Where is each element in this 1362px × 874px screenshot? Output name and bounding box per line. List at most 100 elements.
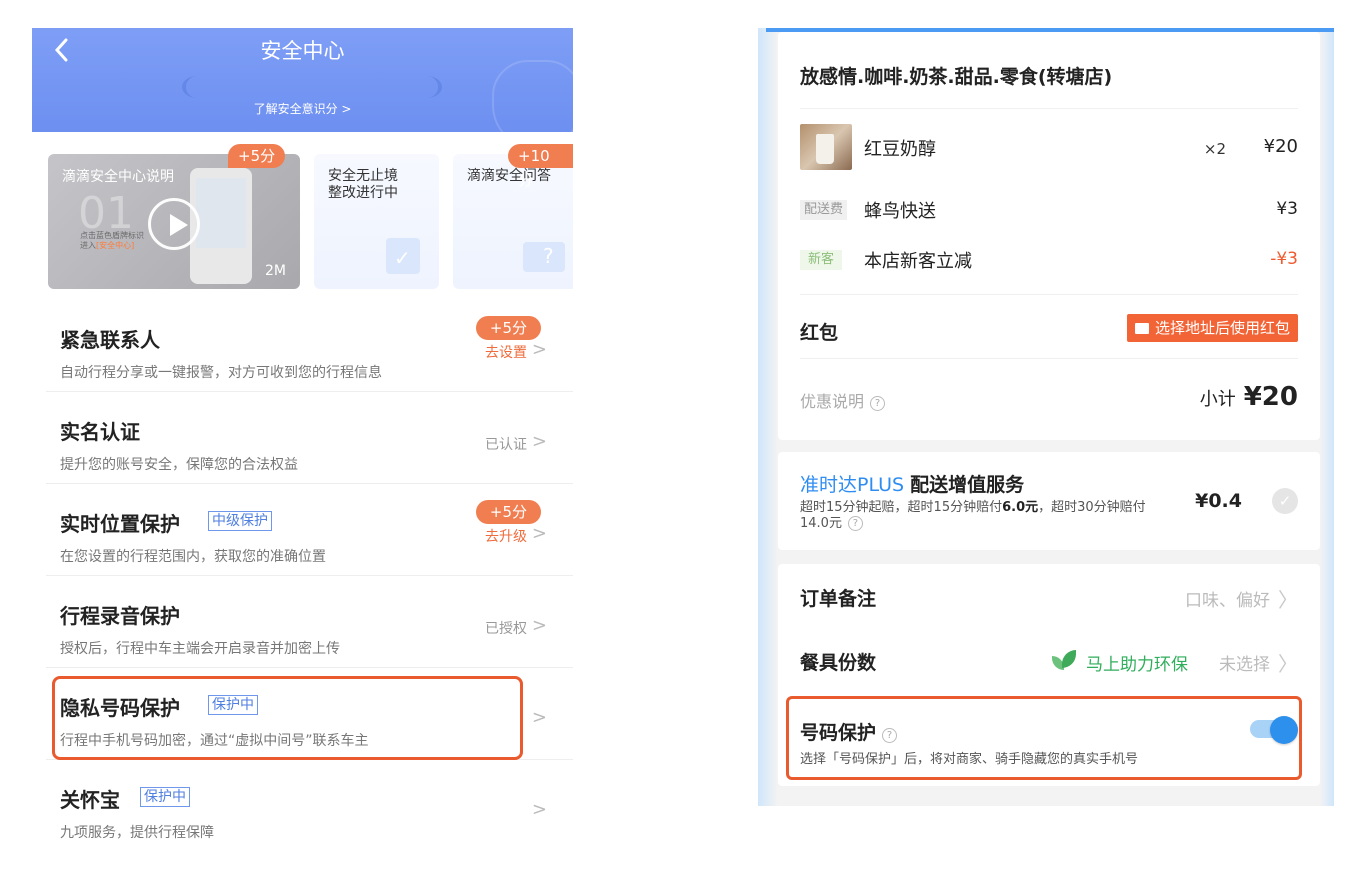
help-icon: ? <box>870 396 886 411</box>
list-item-care[interactable]: 关怀宝 保护中 九项服务，提供行程保障 > <box>32 760 573 852</box>
header: 安全中心 了解安全意识分 > <box>32 28 573 132</box>
item-status: 去设置 <box>485 345 527 361</box>
item-title: 紧急联系人 <box>60 328 160 352</box>
item-desc: 提升您的账号安全，保障您的合法权益 <box>60 457 298 473</box>
video-caption-highlight: [安全中心] <box>96 241 135 250</box>
leaf-icon <box>1052 650 1078 670</box>
item-desc: 在您设置的行程范围内，获取您的准确位置 <box>60 549 326 565</box>
item-title: 关怀宝 <box>60 788 120 812</box>
status-badge: 保护中 <box>140 787 190 807</box>
help-icon[interactable]: ? <box>847 516 863 531</box>
subtotal-label: 小计 <box>1199 389 1236 410</box>
video-duration: 2M <box>265 263 286 279</box>
decoration <box>1320 28 1334 806</box>
envelope-icon <box>1134 323 1149 334</box>
item-status: 已认证 <box>485 437 527 453</box>
remark-hint[interactable]: 口味、偏好 <box>1185 586 1270 611</box>
promo-note[interactable]: 优惠说明? <box>800 388 886 412</box>
discount-price: -¥3 <box>1270 249 1298 269</box>
status-badge: 中级保护 <box>208 511 272 531</box>
service-desc: 超时15分钟起赔，超时15分钟赔付6.0元，超时30分钟赔付 14.0元? <box>800 500 1220 532</box>
video-card[interactable]: 滴滴安全中心说明 01 点击蓝色盾牌标识 进入[安全中心] 2M <box>48 154 300 289</box>
service-title: 准时达PLUS 配送增值服务 <box>800 470 1024 497</box>
item-desc: 九项服务，提供行程保障 <box>60 825 214 841</box>
subtotal-value: ¥20 <box>1243 382 1298 412</box>
list-item-trip-recording[interactable]: 行程录音保护 授权后，行程中车主端会开启录音并加密上传 已授权 > <box>32 576 573 668</box>
chevron-right-icon: > <box>531 707 547 728</box>
item-status: 去升级 <box>485 529 527 545</box>
list-item-real-name[interactable]: 实名认证 提升您的账号安全，保障您的合法权益 已认证 > <box>32 392 573 484</box>
order-confirm-screen: 放感情.咖啡.奶茶.甜品.零食(转塘店) 红豆奶醇 ×2 ¥20 配送费 蜂鸟快… <box>758 28 1334 806</box>
chevron-right-icon: > <box>531 615 547 636</box>
divider <box>800 358 1298 359</box>
service-desc-b: ，超时30分钟赔付 <box>1038 500 1146 515</box>
list-item-emergency-contact[interactable]: 紧急联系人 自动行程分享或一键报警，对方可收到您的行程信息 +5分 去设置 > <box>32 300 573 392</box>
delivery-fee-tag: 配送费 <box>800 200 848 220</box>
divider <box>800 294 1298 295</box>
subtotal: 小计 ¥20 <box>1200 382 1298 412</box>
red-packet-button-label: 选择地址后使用红包 <box>1154 319 1290 337</box>
question-chat-icon <box>523 242 565 272</box>
safety-center-screen: 安全中心 了解安全意识分 > 滴滴安全中心说明 01 点击蓝色盾牌标识 进入[安… <box>32 28 573 858</box>
red-packet-button[interactable]: 选择地址后使用红包 <box>1126 314 1298 342</box>
shop-name[interactable]: 放感情.咖啡.奶茶.甜品.零食(转塘店) <box>800 62 1112 89</box>
shield-decoration <box>492 60 573 132</box>
discount-label: 本店新客立减 <box>864 251 972 272</box>
divider <box>800 108 1298 109</box>
food-image <box>800 124 852 170</box>
tableware-label: 餐具份数 <box>800 652 877 674</box>
remark-label: 订单备注 <box>800 588 877 610</box>
chevron-right-icon: > <box>531 523 547 544</box>
clipboard-check-icon <box>386 238 420 274</box>
delivery-price: ¥3 <box>1276 199 1298 219</box>
item-desc: 授权后，行程中车主端会开启录音并加密上传 <box>60 641 340 657</box>
points-badge: +10分 <box>508 144 573 189</box>
decoration <box>412 76 442 98</box>
points-badge: +5分 <box>475 500 541 524</box>
highlight-box <box>52 676 523 760</box>
chevron-right-icon: > <box>531 339 547 360</box>
video-card-title: 滴滴安全中心说明 <box>62 169 174 185</box>
service-card[interactable]: 准时达PLUS 配送增值服务 超时15分钟起赔，超时15分钟赔付6.0元，超时3… <box>778 452 1320 550</box>
tableware-hint[interactable]: 未选择 <box>1219 650 1270 675</box>
service-amount2: 14.0元 <box>800 516 842 531</box>
points-badge: +5分 <box>475 316 541 340</box>
page-title: 安全中心 <box>260 39 345 63</box>
highlight-box <box>786 696 1302 780</box>
check-icon[interactable]: ✓ <box>1272 488 1298 514</box>
order-summary-card: 放感情.咖啡.奶茶.甜品.零食(转塘店) 红豆奶醇 ×2 ¥20 配送费 蜂鸟快… <box>778 32 1320 440</box>
promo-note-label: 优惠说明 <box>800 392 865 411</box>
card-title: 安全无止境 整改进行中 <box>328 168 398 201</box>
item-title: 行程录音保护 <box>60 604 180 628</box>
item-name: 红豆奶醇 <box>864 139 936 160</box>
points-badge: +5分 <box>228 144 286 168</box>
service-brand: 准时达PLUS <box>800 474 905 496</box>
video-caption-prefix: 进入 <box>80 241 96 250</box>
card-safety-quiz[interactable]: 滴滴安全问答 <box>453 154 573 289</box>
card-carousel: 滴滴安全中心说明 01 点击蓝色盾牌标识 进入[安全中心] 2M +5分 安全无… <box>32 144 573 298</box>
list-item-location-protection[interactable]: 实时位置保护 中级保护 在您设置的行程范围内，获取您的准确位置 +5分 去升级 … <box>32 484 573 576</box>
red-packet-label: 红包 <box>800 322 839 344</box>
map-illustration <box>196 178 246 248</box>
eco-option[interactable]: 马上助力环保 <box>1086 650 1188 675</box>
chevron-right-icon[interactable]: 〉 <box>1278 648 1298 677</box>
item-desc: 自动行程分享或一键报警，对方可收到您的行程信息 <box>60 365 382 381</box>
item-price: ¥20 <box>1263 136 1298 157</box>
item-status: 已授权 <box>485 621 527 637</box>
decoration <box>758 28 778 806</box>
item-title: 实名认证 <box>60 420 140 444</box>
safety-score-link[interactable]: 了解安全意识分 > <box>32 100 573 117</box>
card-safety-rectification[interactable]: 安全无止境 整改进行中 <box>314 154 439 289</box>
delivery-label: 蜂鸟快送 <box>864 201 936 222</box>
new-customer-tag: 新客 <box>800 250 843 270</box>
video-caption: 进入[安全中心] <box>80 240 134 251</box>
item-title: 实时位置保护 <box>60 512 180 536</box>
decoration <box>182 76 212 98</box>
service-desc-a: 超时15分钟起赔，超时15分钟赔付 <box>800 500 1003 515</box>
service-price: ¥0.4 <box>1195 490 1242 512</box>
play-icon[interactable] <box>148 198 200 250</box>
service-amount1: 6.0元 <box>1002 500 1039 515</box>
chevron-right-icon: > <box>531 799 547 820</box>
service-name: 配送增值服务 <box>910 474 1025 496</box>
chevron-right-icon[interactable]: 〉 <box>1278 584 1298 613</box>
